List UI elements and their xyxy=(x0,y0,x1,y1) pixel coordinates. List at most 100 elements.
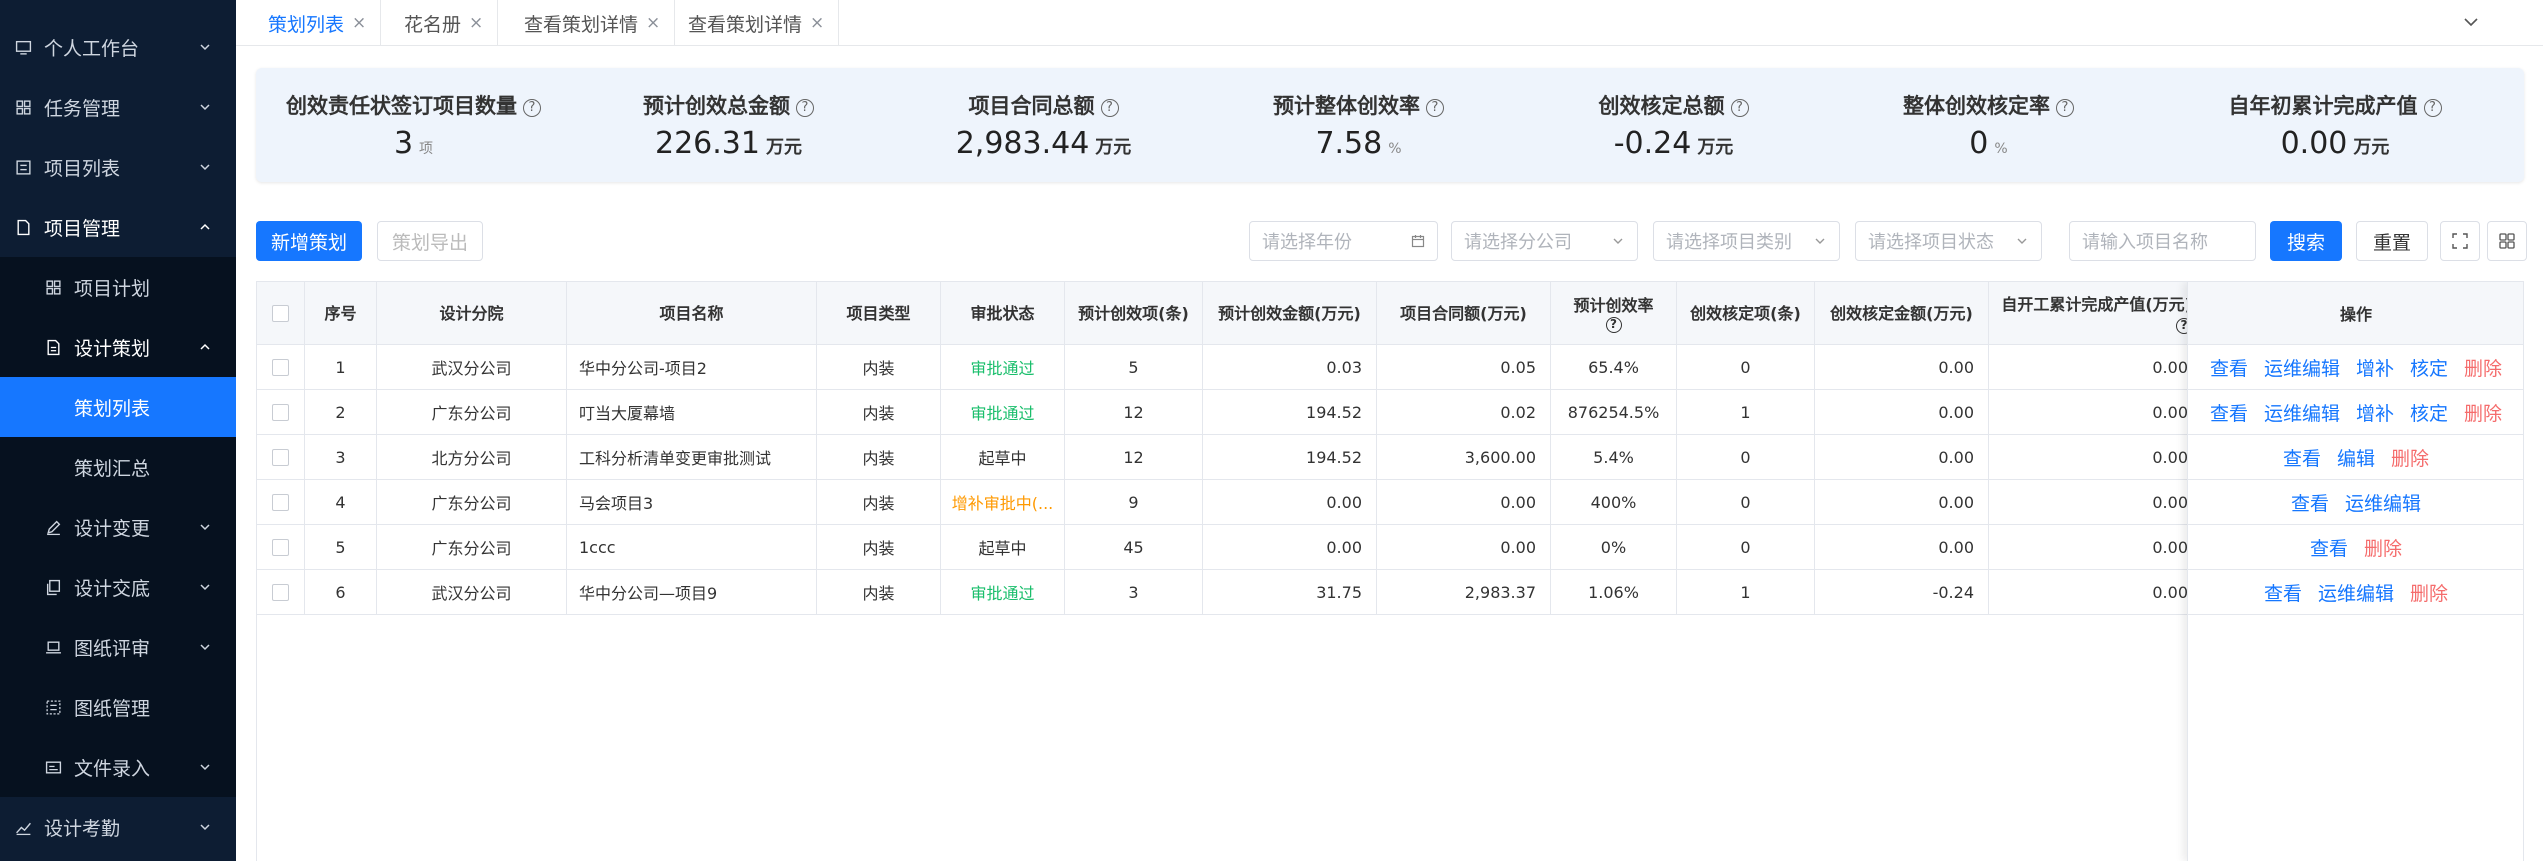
row-checkbox[interactable] xyxy=(272,583,289,601)
sidebar-item-design-change[interactable]: 设计变更 xyxy=(0,497,236,557)
project-name-input[interactable]: 请输入项目名称 xyxy=(2069,221,2256,261)
view-link[interactable]: 查看 xyxy=(2291,489,2329,516)
add-plan-button[interactable]: 新增策划 xyxy=(256,221,362,261)
sidebar-item-plan-summary[interactable]: 策划汇总 xyxy=(0,437,236,497)
cell-items: 9 xyxy=(1065,480,1203,524)
stat-title: 自年初累计完成产值 xyxy=(2228,94,2418,118)
category-select[interactable]: 请选择项目类别 xyxy=(1653,221,1840,261)
select-all-checkbox[interactable] xyxy=(272,305,289,322)
view-link[interactable]: 查看 xyxy=(2264,579,2302,606)
ops-edit-link[interactable]: 运维编辑 xyxy=(2264,399,2340,426)
cell-verified-amount: -0.24 xyxy=(1815,570,1989,614)
sidebar-item-plan-list[interactable]: 策划列表 xyxy=(0,377,236,437)
sidebar-item-project-management[interactable]: 项目管理 xyxy=(0,197,236,257)
close-icon[interactable]: × xyxy=(810,13,824,33)
status-select[interactable]: 请选择项目状态 xyxy=(1855,221,2042,261)
ops-edit-link[interactable]: 运维编辑 xyxy=(2264,354,2340,381)
help-icon[interactable]: ? xyxy=(796,99,814,117)
supplement-link[interactable]: 增补 xyxy=(2356,399,2394,426)
stat-value: 0.00 xyxy=(2280,126,2348,161)
cell-amount: 194.52 xyxy=(1203,390,1377,434)
col-header-output: 自开工累计完成产值(万元) ? xyxy=(1989,282,2203,345)
chevron-down-icon[interactable] xyxy=(2461,12,2481,32)
cell-rate: 876254.5% xyxy=(1551,390,1677,434)
delete-link[interactable]: 删除 xyxy=(2410,579,2448,606)
view-link[interactable]: 查看 xyxy=(2283,444,2321,471)
sidebar-item-drawing-review[interactable]: 图纸评审 xyxy=(0,617,236,677)
table-header: 序号 设计分院 项目名称 项目类型 审批状态 预计创效项(条) 预计创效金额(万… xyxy=(257,282,2523,345)
row-checkbox[interactable] xyxy=(272,358,289,376)
sidebar-item-personal-workbench[interactable]: 个人工作台 xyxy=(0,17,236,77)
ops-edit-link[interactable]: 运维编辑 xyxy=(2318,579,2394,606)
search-button[interactable]: 搜索 xyxy=(2270,221,2342,261)
help-icon[interactable]: ? xyxy=(1426,99,1444,117)
cell-name: 马会项目3 xyxy=(567,480,817,524)
row-checkbox-cell[interactable] xyxy=(257,345,305,389)
ops-edit-link[interactable]: 运维编辑 xyxy=(2345,489,2421,516)
sidebar-item-project-list[interactable]: 项目列表 xyxy=(0,137,236,197)
stat-signed-projects: 创效责任状签订项目数量? 3项 xyxy=(256,68,571,182)
help-icon[interactable]: ? xyxy=(1100,99,1119,117)
verify-link[interactable]: 核定 xyxy=(2410,399,2448,426)
col-header-status: 审批状态 xyxy=(941,282,1065,345)
delete-link[interactable]: 删除 xyxy=(2464,354,2502,381)
sidebar-item-project-plan[interactable]: 项目计划 xyxy=(0,257,236,317)
copy-icon xyxy=(44,578,62,596)
select-all-checkbox-cell[interactable] xyxy=(257,282,305,345)
col-header-verified-items: 创效核定项(条) xyxy=(1677,282,1815,345)
close-icon[interactable]: × xyxy=(352,13,366,33)
row-checkbox[interactable] xyxy=(272,493,289,511)
reset-button[interactable]: 重置 xyxy=(2356,221,2428,261)
year-picker[interactable]: 请选择年份 xyxy=(1249,221,1438,261)
sidebar-item-drawing-management[interactable]: 图纸管理 xyxy=(0,677,236,737)
view-link[interactable]: 查看 xyxy=(2210,354,2248,381)
help-icon[interactable]: ? xyxy=(523,99,541,117)
help-icon[interactable]: ? xyxy=(2423,99,2442,117)
sidebar-item-design-disclosure[interactable]: 设计交底 xyxy=(0,557,236,617)
row-checkbox-cell[interactable] xyxy=(257,480,305,524)
verify-link[interactable]: 核定 xyxy=(2410,354,2448,381)
cell-status: 审批通过 xyxy=(941,570,1065,614)
fullscreen-button[interactable] xyxy=(2440,221,2480,261)
tab-plan-detail-2[interactable]: 查看策划详情 × xyxy=(670,0,840,46)
help-icon[interactable]: ? xyxy=(1605,316,1622,333)
tab-plan-detail-1[interactable]: 查看策划详情 × xyxy=(506,0,676,46)
sidebar-item-design-attendance[interactable]: 设计考勤 xyxy=(0,797,236,857)
sidebar-item-design-planning[interactable]: 设计策划 xyxy=(0,317,236,377)
delete-link[interactable]: 删除 xyxy=(2464,399,2502,426)
branch-select[interactable]: 请选择分公司 xyxy=(1451,221,1638,261)
cell-no: 5 xyxy=(305,525,377,569)
chevron-down-icon xyxy=(200,164,210,171)
cell-verified-items: 0 xyxy=(1677,345,1815,389)
cell-name: 1ccc xyxy=(567,525,817,569)
column-settings-button[interactable] xyxy=(2487,221,2527,261)
help-icon[interactable]: ? xyxy=(1730,99,1749,117)
row-checkbox[interactable] xyxy=(272,448,289,466)
row-checkbox[interactable] xyxy=(272,538,289,556)
export-plan-button[interactable]: 策划导出 xyxy=(377,221,483,261)
delete-link[interactable]: 删除 xyxy=(2391,444,2429,471)
view-link[interactable]: 查看 xyxy=(2210,399,2248,426)
row-checkbox[interactable] xyxy=(272,403,289,421)
tab-plan-list[interactable]: 策划列表 × xyxy=(250,0,382,46)
row-checkbox-cell[interactable] xyxy=(257,435,305,479)
row-checkbox-cell[interactable] xyxy=(257,525,305,569)
sidebar-item-label: 设计变更 xyxy=(74,517,151,540)
chevron-down-icon xyxy=(200,44,210,51)
supplement-link[interactable]: 增补 xyxy=(2356,354,2394,381)
cell-type: 内装 xyxy=(817,570,941,614)
close-icon[interactable]: × xyxy=(469,13,483,33)
tab-label: 查看策划详情 xyxy=(524,13,639,36)
view-link[interactable]: 查看 xyxy=(2310,534,2348,561)
cell-output: 0.00 xyxy=(1989,390,2203,434)
sidebar-item-task-management[interactable]: 任务管理 xyxy=(0,77,236,137)
close-icon[interactable]: × xyxy=(646,13,660,33)
delete-link[interactable]: 删除 xyxy=(2364,534,2402,561)
category-placeholder: 请选择项目类别 xyxy=(1666,232,1792,253)
sidebar-item-file-entry[interactable]: 文件录入 xyxy=(0,737,236,797)
help-icon[interactable]: ? xyxy=(2056,99,2074,117)
row-checkbox-cell[interactable] xyxy=(257,570,305,614)
edit-link[interactable]: 编辑 xyxy=(2337,444,2375,471)
row-checkbox-cell[interactable] xyxy=(257,390,305,434)
tab-roster[interactable]: 花名册 × xyxy=(386,0,499,46)
